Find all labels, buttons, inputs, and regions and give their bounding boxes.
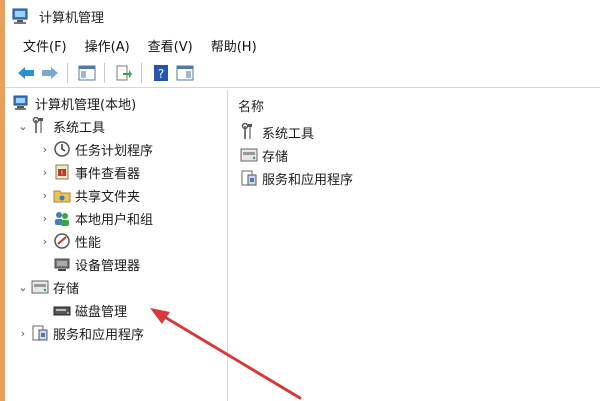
chevron-right-icon[interactable]: › (39, 235, 51, 248)
tree-item-disk-management[interactable]: 磁盘管理 (51, 299, 127, 321)
tree-item-label: 设备管理器 (75, 258, 141, 274)
performance-icon (53, 232, 71, 250)
tree-item-event-viewer[interactable]: › ! 事件查看器 (39, 161, 140, 183)
forward-button[interactable] (39, 62, 61, 84)
chevron-right-icon[interactable]: › (39, 143, 51, 156)
back-arrow-icon (18, 67, 34, 79)
console-tree: 计算机管理(本地) ⌄ 系统工具 › 任务计划程序 › ! 事件查看器 › 共享… (5, 90, 228, 401)
list-item-label: 系统工具 (262, 126, 315, 142)
services-icon (31, 324, 49, 342)
computer-management-icon (11, 7, 31, 25)
svg-text:!: ! (61, 170, 63, 177)
tree-item-label: 服务和应用程序 (53, 327, 145, 343)
tree-item-label: 任务计划程序 (75, 143, 154, 159)
chevron-right-icon[interactable]: › (39, 189, 51, 202)
menu-help[interactable]: 帮助(H) (209, 36, 259, 55)
tree-item-device-manager[interactable]: 设备管理器 (51, 253, 140, 275)
title-bar: 计算机管理 (5, 0, 600, 32)
tools-icon (240, 122, 258, 141)
storage-icon (240, 146, 258, 164)
list-item-label: 服务和应用程序 (262, 172, 354, 188)
disk-icon (53, 301, 71, 319)
chevron-right-icon[interactable]: › (17, 327, 29, 340)
list-item-services-apps[interactable]: 服务和应用程序 (238, 167, 353, 189)
tree-item-shared-folders[interactable]: › 共享文件夹 (39, 184, 140, 206)
tree-item-label: 磁盘管理 (75, 304, 128, 320)
tree-item-storage[interactable]: ⌄ 存储 (17, 276, 79, 298)
tree-item-services-apps[interactable]: › 服务和应用程序 (17, 322, 144, 344)
toolbar-separator (104, 63, 105, 83)
tree-item-local-users[interactable]: › 本地用户和组 (39, 207, 153, 229)
menu-bar: 文件(F) 操作(A) 查看(V) 帮助(H) (5, 33, 600, 57)
show-hide-action-pane-button[interactable] (174, 62, 196, 84)
tree-item-label: 本地用户和组 (75, 212, 154, 228)
menu-action[interactable]: 操作(A) (83, 36, 132, 55)
tree-item-label: 系统工具 (53, 120, 106, 136)
column-header-name[interactable]: 名称 (238, 96, 264, 115)
tree-item-performance[interactable]: › 性能 (39, 230, 101, 252)
chevron-down-icon[interactable]: ⌄ (17, 281, 29, 294)
left-edge-strip (5, 90, 9, 401)
event-viewer-icon: ! (53, 163, 71, 181)
back-button[interactable] (15, 62, 37, 84)
export-icon (116, 65, 132, 81)
computer-management-icon (13, 94, 31, 112)
chevron-right-icon[interactable]: › (39, 166, 51, 179)
clock-icon (53, 140, 71, 158)
shared-folder-icon (53, 186, 71, 204)
tools-icon (31, 116, 49, 135)
tree-item-root[interactable]: 计算机管理(本地) (11, 92, 136, 114)
help-icon: ? (154, 65, 168, 81)
tree-item-label: 存储 (53, 281, 80, 297)
help-button[interactable]: ? (150, 62, 172, 84)
list-item-label: 存储 (262, 149, 289, 165)
tree-item-system-tools[interactable]: ⌄ 系统工具 (17, 115, 105, 137)
window-title: 计算机管理 (39, 10, 105, 26)
console-tree-icon (78, 65, 96, 81)
tree-item-label: 计算机管理(本地) (35, 97, 137, 113)
users-icon (53, 209, 71, 227)
details-pane: 名称 系统工具 存储 服务和应用程序 (228, 90, 600, 401)
show-hide-tree-button[interactable] (76, 62, 98, 84)
list-item-system-tools[interactable]: 系统工具 (238, 121, 314, 143)
export-list-button[interactable] (113, 62, 135, 84)
storage-icon (31, 278, 49, 296)
toolbar-separator (141, 63, 142, 83)
menu-view[interactable]: 查看(V) (146, 36, 195, 55)
toolbar: ? (5, 59, 600, 88)
tree-item-label: 共享文件夹 (75, 189, 141, 205)
list-item-storage[interactable]: 存储 (238, 144, 288, 166)
svg-text:?: ? (158, 67, 164, 81)
chevron-down-icon[interactable]: ⌄ (17, 120, 29, 133)
device-manager-icon (53, 255, 71, 273)
menu-file[interactable]: 文件(F) (21, 36, 69, 55)
toolbar-separator (67, 63, 68, 83)
chevron-right-icon[interactable]: › (39, 212, 51, 225)
tree-item-label: 事件查看器 (75, 166, 141, 182)
tree-item-task-scheduler[interactable]: › 任务计划程序 (39, 138, 153, 160)
forward-arrow-icon (42, 67, 58, 79)
action-pane-icon (176, 65, 194, 81)
tree-item-label: 性能 (75, 235, 102, 251)
computer-management-window: 计算机管理 文件(F) 操作(A) 查看(V) 帮助(H) ? 计算机管理(本地… (0, 0, 600, 401)
services-icon (240, 169, 258, 187)
